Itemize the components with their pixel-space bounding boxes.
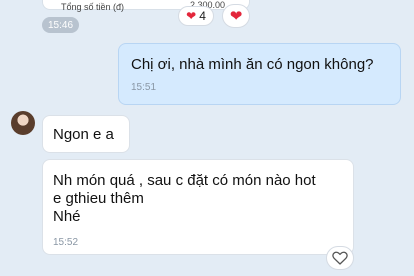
- avatar[interactable]: [11, 111, 35, 135]
- message-time: 15:52: [53, 237, 79, 248]
- message-text: Ngon e a: [53, 126, 114, 143]
- timestamp-chip: 15:46: [42, 17, 80, 33]
- total-amount-label: Tổng số tiền (đ): [61, 2, 125, 12]
- incoming-message[interactable]: Ngon e a: [42, 115, 130, 153]
- react-button[interactable]: [326, 246, 354, 270]
- message-text: Chị ơi, nhà mình ăn có ngon không?: [131, 56, 374, 73]
- outgoing-message[interactable]: Chị ơi, nhà mình ăn có ngon không? 15:51: [118, 43, 401, 105]
- reaction-summary[interactable]: ❤ 4: [178, 6, 214, 26]
- react-button[interactable]: ❤: [222, 4, 250, 28]
- message-time: 15:51: [131, 82, 157, 93]
- reaction-count: 4: [199, 9, 206, 23]
- payment-card[interactable]: Tổng số tiền (đ) 2.300.00: [42, 0, 250, 12]
- message-text: Nh món quá , sau c đặt có món nào hot e …: [53, 172, 316, 225]
- heart-icon: ❤: [186, 9, 197, 23]
- heart-outline-icon: [332, 251, 348, 265]
- incoming-message[interactable]: Nh món quá , sau c đặt có món nào hot e …: [42, 159, 354, 255]
- heart-icon: ❤: [229, 7, 243, 25]
